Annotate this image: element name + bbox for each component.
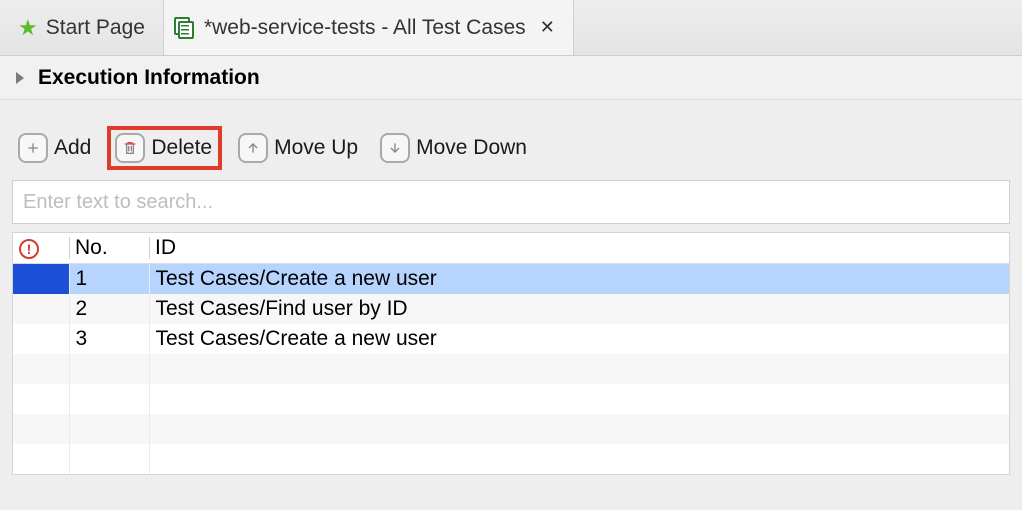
button-label: Add: [54, 136, 91, 160]
cell-warning: [13, 324, 69, 354]
tab-test-cases[interactable]: *web-service-tests - All Test Cases ✕: [164, 0, 574, 55]
table-row-empty: [13, 414, 1009, 444]
move-down-button[interactable]: Move Down: [374, 130, 533, 166]
move-up-button[interactable]: Move Up: [232, 130, 364, 166]
button-label: Move Up: [274, 136, 358, 160]
panel-title: Execution Information: [38, 66, 260, 90]
expand-collapse-icon: [16, 72, 24, 84]
table-row[interactable]: 1Test Cases/Create a new user: [13, 264, 1009, 294]
cell-no: 3: [69, 324, 149, 354]
search-input[interactable]: [12, 180, 1010, 224]
cell-warning: [13, 264, 69, 294]
table-header-row: ! No. ID: [13, 233, 1009, 264]
execution-information-header[interactable]: Execution Information: [0, 56, 1022, 100]
toolbar-area: Add Delete Move Up: [0, 100, 1022, 180]
tab-bar: ★ Start Page *web-service-tests - All Te…: [0, 0, 1022, 56]
table-row-empty: [13, 354, 1009, 384]
button-label: Move Down: [416, 136, 527, 160]
column-header-id[interactable]: ID: [149, 233, 1009, 264]
tab-label: *web-service-tests - All Test Cases: [204, 16, 526, 40]
search-row: [0, 180, 1022, 224]
delete-button[interactable]: Delete: [115, 133, 212, 163]
column-header-warning[interactable]: !: [13, 233, 69, 264]
toolbar: Add Delete Move Up: [12, 126, 1010, 170]
table-row-empty: [13, 384, 1009, 414]
arrow-up-icon: [238, 133, 268, 163]
test-case-table: ! No. ID 1Test Cases/Create a new user2T…: [12, 232, 1010, 475]
delete-button-highlight: Delete: [107, 126, 222, 170]
add-button[interactable]: Add: [12, 130, 97, 166]
document-stack-icon: [174, 17, 196, 39]
plus-icon: [18, 133, 48, 163]
table-row-empty: [13, 444, 1009, 474]
trash-icon: [115, 133, 145, 163]
table-row[interactable]: 3Test Cases/Create a new user: [13, 324, 1009, 354]
column-header-no[interactable]: No.: [69, 233, 149, 264]
warning-icon: !: [19, 239, 39, 259]
button-label: Delete: [151, 136, 212, 160]
cell-no: 1: [69, 264, 149, 294]
cell-warning: [13, 294, 69, 324]
arrow-down-icon: [380, 133, 410, 163]
cell-id: Test Cases/Create a new user: [149, 324, 1009, 354]
close-icon[interactable]: ✕: [540, 17, 555, 38]
cell-no: 2: [69, 294, 149, 324]
tab-label: Start Page: [46, 16, 145, 40]
tab-start-page[interactable]: ★ Start Page: [8, 0, 164, 55]
star-icon: ★: [18, 17, 38, 39]
cell-id: Test Cases/Find user by ID: [149, 294, 1009, 324]
table-row[interactable]: 2Test Cases/Find user by ID: [13, 294, 1009, 324]
cell-id: Test Cases/Create a new user: [149, 264, 1009, 294]
